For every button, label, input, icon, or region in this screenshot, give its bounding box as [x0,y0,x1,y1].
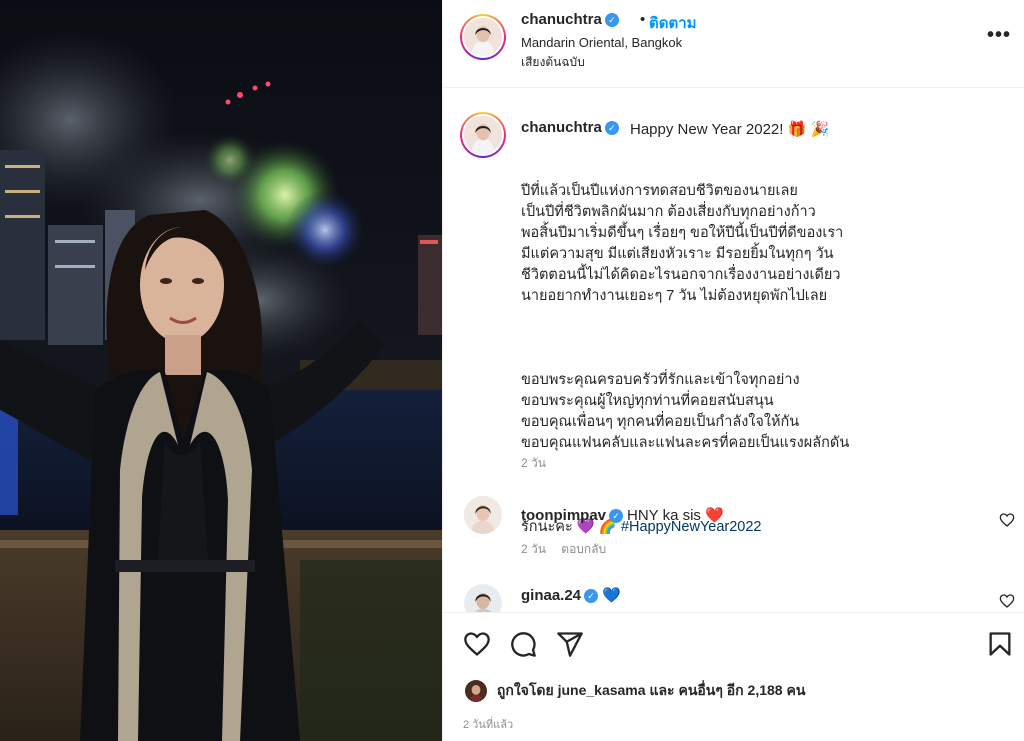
follow-button[interactable]: ติดตาม [649,11,697,35]
liker-username[interactable]: june_kasama [558,682,646,698]
post-timestamp[interactable]: 2 วันที่แล้ว [463,715,513,733]
comment-heart-icon[interactable] [999,512,1015,528]
avatar-portrait-icon [465,680,487,703]
commenter-avatar[interactable] [464,584,502,612]
more-options-icon[interactable]: ••• [987,24,1011,47]
comment-text: 💙 [602,587,621,604]
verified-icon: ✓ [604,121,619,135]
author-avatar[interactable] [460,14,506,60]
caption-username[interactable]: chanuchtra ✓ [521,119,619,136]
likes-summary[interactable]: ถูกใจโดย june_kasama และ คนอื่นๆ อีก 2,1… [465,680,805,703]
location-link[interactable]: Mandarin Oriental, Bangkok [521,35,682,50]
comment-item: ginaa.24 ✓ 💙 [443,582,1024,612]
bookmark-icon[interactable] [986,630,1014,658]
post-photo[interactable] [0,0,442,741]
avatar-portrait-icon [464,116,502,154]
share-icon[interactable] [556,630,584,658]
new-year-fireworks-photo [0,0,442,741]
post-panel: chanuchtra ✓ • ติดตาม Mandarin Oriental, … [442,0,1024,741]
comment-item: toonpimpav ✓ HNY ka sis ❤️ 2 วัน ตอบกลับ [443,496,1024,556]
original-audio-link[interactable]: เสียงต้นฉบับ [521,53,585,72]
avatar-portrait-icon [464,584,502,612]
caption-paragraph-2: ขอบพระคุณครอบครัวที่รักและเข้าใจทุกอย่าง… [521,372,850,451]
heart-icon[interactable] [463,630,491,658]
caption-title: Happy New Year 2022! 🎁 🎉 [630,121,830,138]
liker-avatar [465,680,487,703]
comment-meta: 2 วัน ตอบกลับ [521,540,606,559]
comment-icon[interactable] [509,630,537,658]
comment-timestamp[interactable]: 2 วัน [521,542,546,556]
comment-heart-icon[interactable] [999,593,1015,609]
comment-body: toonpimpav ✓ HNY ka sis ❤️ [521,506,724,524]
likes-prefix: ถูกใจโดย [496,682,554,698]
post-header: chanuchtra ✓ • ติดตาม Mandarin Oriental, … [443,0,1024,88]
comment-text: HNY ka sis ❤️ [627,507,724,524]
comment-body: ginaa.24 ✓ 💙 [521,586,621,604]
author-username[interactable]: chanuchtra ✓ [521,11,619,28]
commenter-username[interactable]: toonpimpav [521,507,606,524]
post-actions: ถูกใจโดย june_kasama และ คนอื่นๆ อีก 2,1… [443,612,1024,741]
reply-button[interactable]: ตอบกลับ [561,542,606,556]
commenter-username[interactable]: ginaa.24 [521,587,581,604]
verified-icon: ✓ [609,509,623,523]
verified-icon: ✓ [604,13,619,27]
verified-icon: ✓ [584,589,599,603]
likes-count[interactable]: และ คนอื่นๆ อีก 2,188 คน [649,682,805,698]
caption-paragraph-1: ปีที่แล้วเป็นปีแห่งการทดสอบชีวิตของนายเล… [521,183,844,304]
caption-author-avatar[interactable] [460,112,506,158]
avatar-portrait-icon [464,496,502,534]
caption-timestamp[interactable]: 2 วัน [521,454,546,473]
separator-dot: • [640,11,646,28]
commenter-avatar[interactable] [464,496,502,534]
avatar-portrait-icon [464,18,502,56]
